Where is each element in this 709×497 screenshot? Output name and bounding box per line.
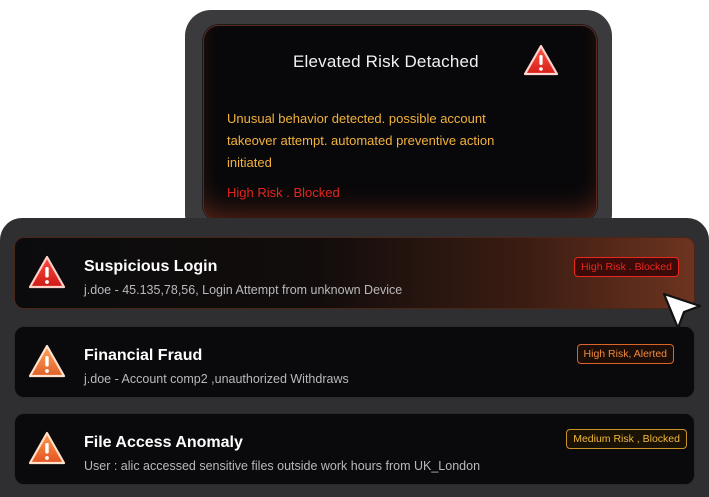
warning-triangle-icon [523,44,559,76]
event-title: Suspicious Login [84,258,218,275]
warning-triangle-icon [28,344,66,378]
alert-message-line: initiated [227,155,272,170]
event-row-financial-fraud[interactable]: Financial Fraud j.doe - Account comp2 ,u… [14,326,695,398]
event-title: Financial Fraud [84,347,203,364]
alert-title: Elevated Risk Detached [293,52,479,71]
event-title: File Access Anomaly [84,434,243,451]
mouse-cursor-icon [662,292,702,330]
event-row-suspicious-login[interactable]: Suspicious Login j.doe - 45.135,78,56, L… [14,237,695,309]
event-row-file-access-anomaly[interactable]: File Access Anomaly User : alic accessed… [14,413,695,485]
alert-message-line: Unusual behavior detected. possible acco… [227,111,486,126]
status-badge: High Risk . Blocked [573,257,679,277]
status-badge: Medium Risk , Blocked [566,429,687,449]
warning-triangle-icon [28,255,66,289]
event-description: j.doe - Account comp2 ,unauthorized With… [84,372,349,386]
event-description: j.doe - 45.135,78,56, Login Attempt from… [84,283,403,297]
status-badge: High Risk, Alerted [576,344,674,364]
warning-triangle-icon [28,431,66,465]
event-description: User : alic accessed sensitive files out… [84,459,481,473]
alert-message-line: takeover attempt. automated preventive a… [227,133,495,148]
alert-status: High Risk . Blocked [227,185,340,200]
alert-message: Unusual behavior detected. possible acco… [227,108,567,174]
